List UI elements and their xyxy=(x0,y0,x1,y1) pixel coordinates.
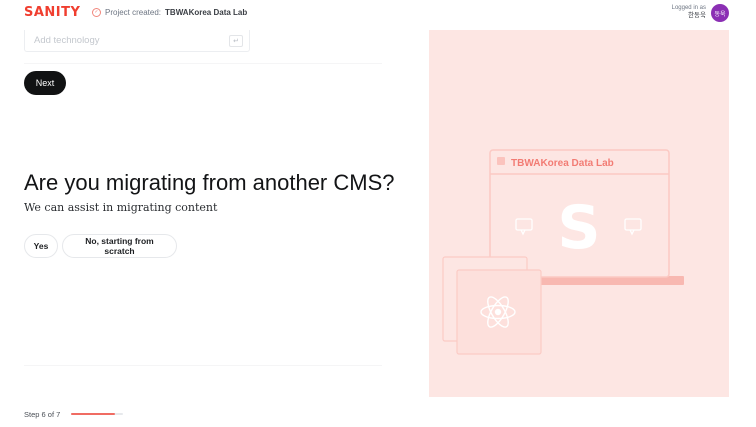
project-created-status: ✓ Project created: TBWAKorea Data Lab xyxy=(92,8,247,17)
window-square-icon xyxy=(497,157,505,165)
illustration: TBWAKorea Data Lab S xyxy=(442,149,684,355)
project-name: TBWAKorea Data Lab xyxy=(165,8,248,17)
window-title: TBWAKorea Data Lab xyxy=(511,158,614,169)
check-circle-icon: ✓ xyxy=(92,8,101,17)
yes-button[interactable]: Yes xyxy=(24,234,58,258)
technology-input-wrapper: ↵ xyxy=(24,30,250,52)
next-button[interactable]: Next xyxy=(24,71,66,95)
illustration-panel: TBWAKorea Data Lab S xyxy=(429,30,729,397)
logged-in-label: Logged in as xyxy=(671,5,706,11)
divider xyxy=(24,63,382,64)
logged-in-info: Logged in as 한동욱 xyxy=(672,4,706,20)
user-name: 한동욱 xyxy=(688,12,706,19)
step-indicator: Step 6 of 7 xyxy=(24,410,61,419)
sanity-logo[interactable]: SANITY xyxy=(24,5,80,20)
progress-bar xyxy=(71,413,123,415)
question-title: Are you migrating from another CMS? xyxy=(24,170,395,195)
question-subtitle: We can assist in migrating content xyxy=(24,201,218,214)
technology-input[interactable] xyxy=(32,34,216,47)
divider xyxy=(24,365,382,366)
sanity-s-letter: S xyxy=(557,193,600,263)
project-created-label: Project created: xyxy=(105,8,162,17)
avatar[interactable]: 동욱 xyxy=(711,4,729,22)
progress-fill xyxy=(71,413,116,415)
no-starting-from-scratch-button[interactable]: No, starting from scratch xyxy=(62,234,177,258)
enter-key-icon: ↵ xyxy=(229,35,243,47)
